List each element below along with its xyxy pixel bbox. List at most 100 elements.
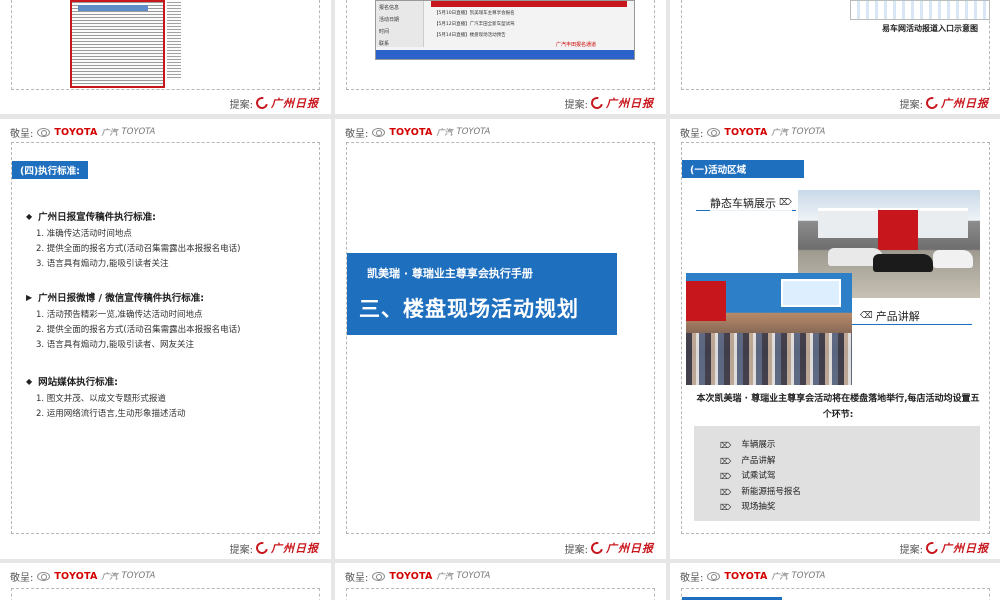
slide-frame bbox=[346, 588, 655, 600]
pointer-icon: ⌫ bbox=[860, 311, 873, 321]
label-text: 产品讲解 bbox=[875, 310, 920, 323]
gac-toyota-logo: TOYOTA bbox=[121, 571, 156, 581]
guangzhou-daily-swirl-icon bbox=[923, 94, 941, 112]
step-item: ⌦ 现场抽奖 bbox=[720, 500, 980, 516]
header-prefix: 敬呈: bbox=[680, 572, 704, 584]
step-item: ⌦ 试乘试驾 bbox=[720, 469, 980, 485]
toyota-logo: TOYOTA bbox=[54, 126, 98, 138]
steps-box: ⌦ 车辆展示 ⌦ 产品讲解 ⌦ 试乘试驾 ⌦ 新能源摇号报名 ⌦ 现场抽奖 bbox=[694, 426, 980, 521]
guangzhou-daily-logo: 广州日报 bbox=[271, 97, 319, 110]
arrow-box-icon: ⌦ bbox=[720, 503, 732, 512]
slide-thumbnail-next-2[interactable]: 敬呈: TOYOTA 广汽 TOYOTA bbox=[335, 563, 666, 600]
slide-frame: (四)执行标准: ◆ 广州日报宣传稿件执行标准: 1. 准确传达活动时间地点 2.… bbox=[11, 142, 320, 534]
activity-description: 本次凯美瑞 · 尊瑞业主尊享会活动将在楼盘落地举行,每店活动均设置五个环节: bbox=[696, 394, 980, 420]
header-prefix: 敬呈: bbox=[680, 128, 704, 140]
section-tag: (一)活动区域 bbox=[682, 160, 804, 178]
web-list-row: 【5月14日直播】楼盘现场活动预告 bbox=[434, 33, 506, 38]
footer: 提案: 广州日报 bbox=[564, 539, 654, 557]
slide-frame: 易车网活动报道入口示意图 bbox=[681, 0, 990, 90]
header-prefix: 敬呈: bbox=[345, 572, 369, 584]
gac-mark: 广汽 bbox=[101, 571, 118, 581]
standard-section-website: ◆ 网站媒体执行标准: 1. 图文并茂、以成文专题形式报道 2. 运用网络流行语言… bbox=[26, 374, 186, 422]
toyota-logo: TOYOTA bbox=[724, 570, 768, 582]
header: 敬呈: TOYOTA 广汽 TOYOTA bbox=[10, 569, 156, 584]
arrow-bullet-icon: ▶ bbox=[26, 292, 33, 302]
slide-thumbnail-website[interactable]: 报名信息 活动日期 时间 联系 【5月10日直播】凯美瑞车主尊享会报名 【5月1… bbox=[335, 0, 666, 114]
gac-mark: 广汽 bbox=[771, 571, 788, 581]
arrow-box-icon: ⌦ bbox=[720, 456, 732, 466]
arrow-box-icon: ⌦ bbox=[720, 472, 732, 481]
list-item: 2. 运用网络流行语言,生动形象描述活动 bbox=[36, 409, 186, 419]
web-list-row: 【5月12日直播】广汽丰田全新车型试驾 bbox=[434, 22, 515, 27]
web-sidebar-item: 联系 bbox=[379, 41, 390, 47]
taskbar bbox=[376, 50, 634, 59]
title-subtitle: 凯美瑞 · 尊瑞业主尊享会执行手册 bbox=[367, 267, 533, 280]
arrow-box-icon: ⌦ bbox=[720, 441, 732, 450]
slide-thumbnail-next-3[interactable]: 敬呈: TOYOTA 广汽 TOYOTA bbox=[670, 563, 1000, 600]
header: 敬呈: TOYOTA 广汽 TOYOTA bbox=[345, 569, 490, 584]
slide-thumbnail-standards[interactable]: 敬呈: TOYOTA 广汽 TOYOTA (四)执行标准: ◆ 广州日报宣传稿件执… bbox=[0, 119, 331, 559]
diamond-bullet-icon: ◆ bbox=[26, 376, 33, 386]
footer-prefix: 提案: bbox=[564, 544, 588, 556]
footer: 提案: 广州日报 bbox=[899, 94, 989, 112]
list-item: 3. 语言具有煽动力,能吸引读者关注 bbox=[36, 259, 169, 269]
toyota-emblem-icon bbox=[372, 571, 386, 581]
guangzhou-daily-logo: 广州日报 bbox=[271, 542, 319, 555]
list-item: 1. 准确传达活动时间地点 bbox=[36, 229, 132, 239]
footer: 提案: 广州日报 bbox=[229, 94, 319, 112]
guangzhou-daily-logo: 广州日报 bbox=[606, 542, 654, 555]
header: 敬呈: TOYOTA 广汽 TOYOTA bbox=[10, 125, 155, 140]
label-pointer-line bbox=[852, 324, 972, 325]
toyota-emblem-icon bbox=[372, 127, 386, 137]
web-sidebar: 报名信息 活动日期 时间 联系 bbox=[376, 1, 424, 47]
image-caption: 易车网活动报道入口示意图 bbox=[882, 24, 978, 33]
slide-thumbnail-activity-area[interactable]: 敬呈: TOYOTA 广汽 TOYOTA (一)活动区域 静态车辆展示 ⌦ ⌫ … bbox=[670, 119, 1000, 559]
footer-prefix: 提案: bbox=[899, 99, 923, 111]
step-item: ⌦ 车辆展示 bbox=[720, 438, 980, 454]
section-tag: (四)执行标准: bbox=[12, 161, 88, 179]
slide-frame bbox=[11, 588, 320, 600]
header: 敬呈: TOYOTA 广汽 TOYOTA bbox=[345, 125, 490, 140]
step-label: 试乘试驾 bbox=[741, 471, 776, 481]
footer-prefix: 提案: bbox=[229, 99, 253, 111]
gac-mark: 广汽 bbox=[101, 127, 118, 137]
product-talk-photo bbox=[686, 273, 852, 385]
title-box: 凯美瑞 · 尊瑞业主尊享会执行手册 三、楼盘现场活动规划 bbox=[347, 253, 617, 335]
toyota-emblem-icon bbox=[37, 127, 51, 137]
toyota-emblem-icon bbox=[707, 127, 721, 137]
website-snapshot-image bbox=[850, 0, 990, 20]
footer-prefix: 提案: bbox=[899, 544, 923, 556]
label-static-display: 静态车辆展示 ⌦ bbox=[710, 195, 792, 211]
slide-thumbnail-newspaper[interactable]: 提案: 广州日报 bbox=[0, 0, 331, 114]
section-title: 网站媒体执行标准: bbox=[38, 377, 118, 388]
list-item: 2. 提供全面的报名方式(活动召集需露出本报报名电话) bbox=[36, 244, 241, 254]
guangzhou-daily-swirl-icon bbox=[923, 539, 941, 557]
slide-thumbnail-next-1[interactable]: 敬呈: TOYOTA 广汽 TOYOTA bbox=[0, 563, 331, 600]
standard-section-weibo: ▶ 广州日报微博 / 微信宣传稿件执行标准: 1. 活动预告精彩一览,准确传达活动… bbox=[26, 290, 240, 353]
diamond-bullet-icon: ◆ bbox=[26, 211, 33, 221]
footer: 提案: 广州日报 bbox=[565, 94, 654, 112]
section-title: 广州日报微博 / 微信宣传稿件执行标准: bbox=[38, 293, 205, 304]
footer-prefix: 提案: bbox=[229, 544, 253, 556]
step-label: 现场抽奖 bbox=[741, 502, 776, 512]
gac-toyota-logo: TOYOTA bbox=[791, 571, 826, 581]
toyota-logo: TOYOTA bbox=[54, 570, 98, 582]
arrow-box-icon: ⌦ bbox=[720, 487, 732, 497]
step-label: 新能源摇号报名 bbox=[741, 486, 801, 497]
gac-mark: 广汽 bbox=[436, 127, 453, 137]
standard-section-newspaper: ◆ 广州日报宣传稿件执行标准: 1. 准确传达活动时间地点 2. 提供全面的报名方… bbox=[26, 209, 240, 272]
title-main: 三、楼盘现场活动规划 bbox=[359, 297, 579, 321]
web-sidebar-item: 时间 bbox=[379, 29, 390, 35]
web-note: 广汽丰田报名通道 bbox=[556, 42, 597, 48]
web-list-row: 【5月10日直播】凯美瑞车主尊享会报名 bbox=[434, 11, 515, 16]
footer: 提案: 广州日报 bbox=[899, 539, 989, 557]
toyota-emblem-icon bbox=[707, 571, 721, 581]
step-item: ⌦ 新能源摇号报名 bbox=[720, 485, 980, 501]
guangzhou-daily-swirl-icon bbox=[253, 94, 271, 112]
guangzhou-daily-logo: 广州日报 bbox=[941, 542, 989, 555]
label-product-talk: ⌫ 产品讲解 bbox=[860, 308, 920, 324]
step-item: ⌦ 产品讲解 bbox=[720, 454, 980, 470]
slide-thumbnail-section-title[interactable]: 敬呈: TOYOTA 广汽 TOYOTA 凯美瑞 · 尊瑞业主尊享会执行手册 三… bbox=[335, 119, 666, 559]
slide-frame bbox=[11, 0, 320, 90]
slide-thumbnail-yiche-entry[interactable]: 易车网活动报道入口示意图 提案: 广州日报 bbox=[670, 0, 1000, 114]
